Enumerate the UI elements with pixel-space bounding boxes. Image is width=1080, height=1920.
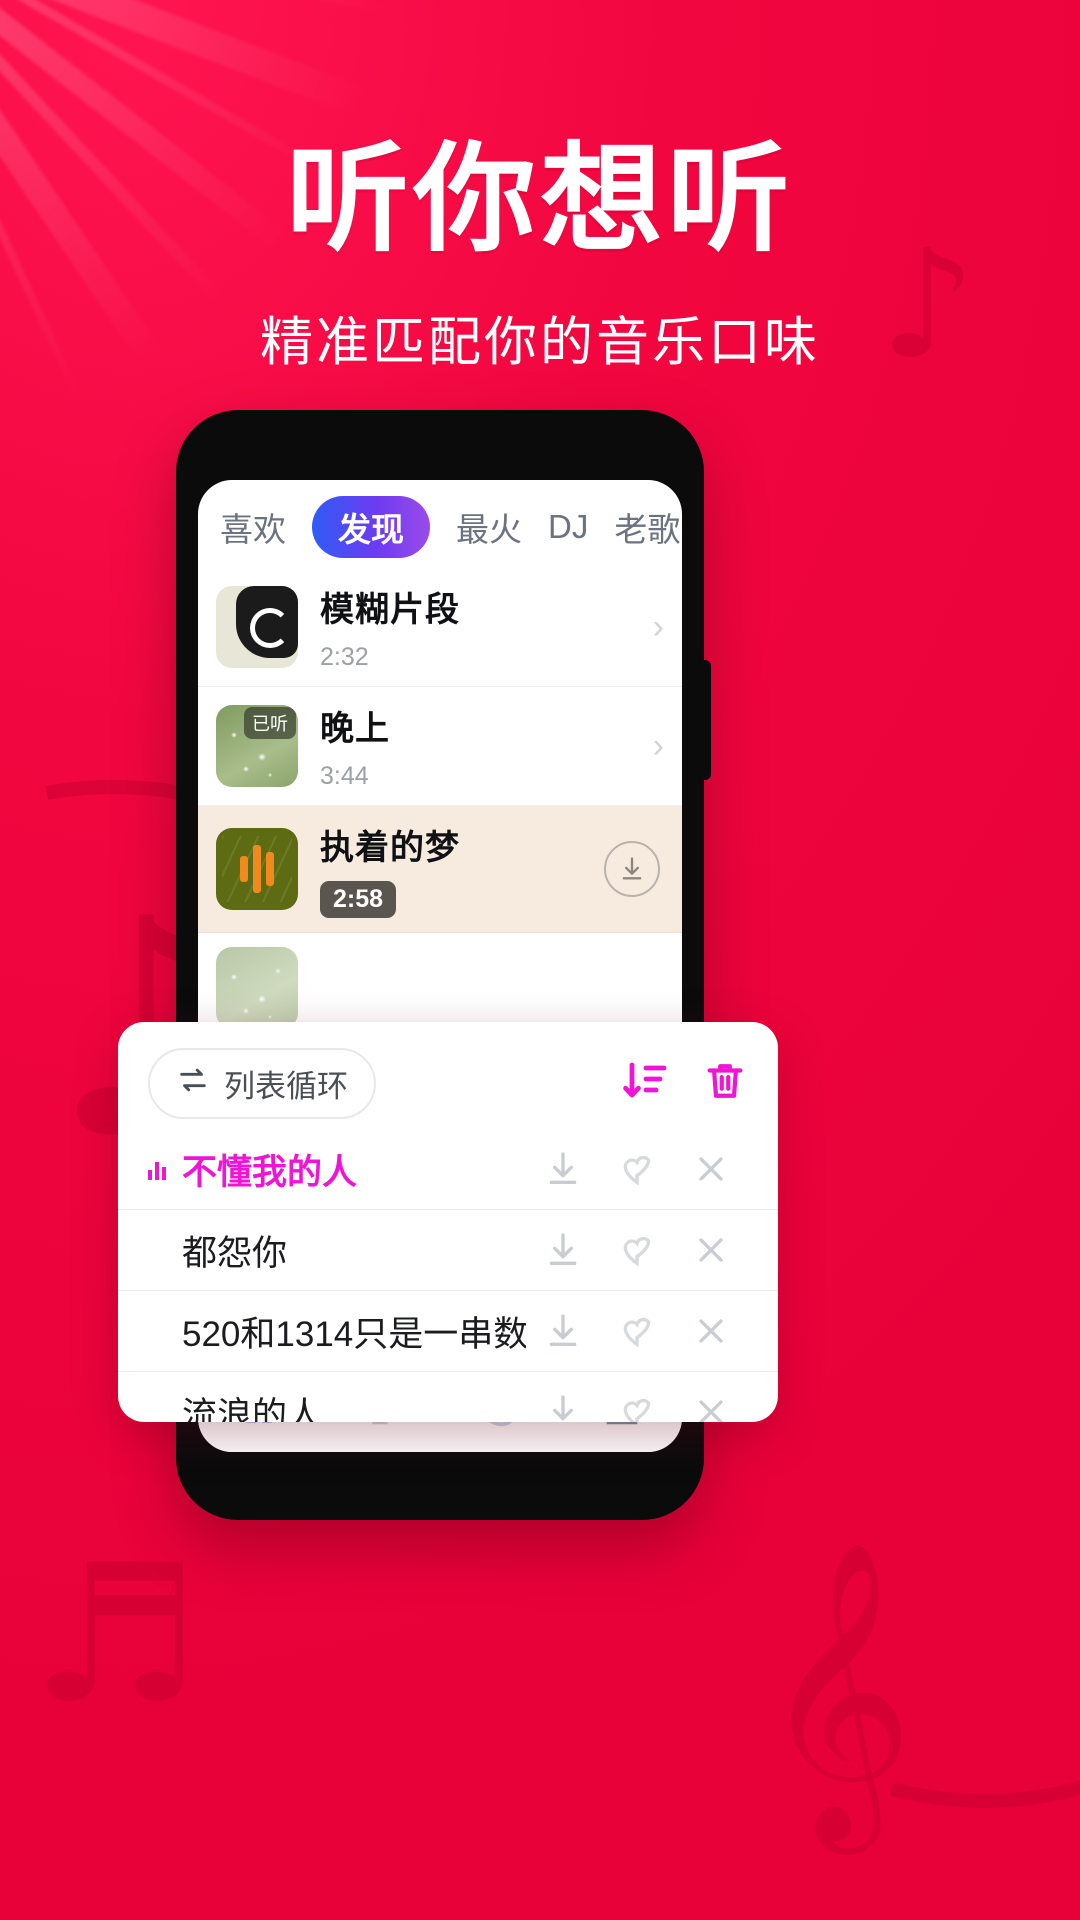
tab-dj[interactable]: DJ: [548, 508, 588, 546]
page-subtitle: 精准匹配你的音乐口味: [260, 313, 820, 372]
song-duration: 3:44: [320, 762, 369, 790]
loop-mode-label: 列表循环: [224, 1069, 348, 1104]
loop-mode-button[interactable]: 列表循环: [148, 1048, 376, 1119]
playlist-panel-header: 列表循环: [118, 1022, 778, 1129]
playlist-panel: 列表循环 不懂我的人 都怨你 520和1314只是一串数字 流浪的人: [118, 1022, 778, 1422]
sort-descending-icon[interactable]: [620, 1057, 668, 1110]
chevron-right-icon: ›: [652, 726, 664, 765]
playlist-song-title: 520和1314只是一串数字: [182, 1314, 526, 1354]
chevron-right-icon: ›: [652, 607, 664, 646]
song-title: 执着的梦: [320, 829, 460, 867]
download-icon[interactable]: [526, 1149, 600, 1189]
download-icon[interactable]: [526, 1311, 600, 1351]
tab-xihuan[interactable]: 喜欢: [220, 503, 286, 551]
song-title: [320, 969, 664, 1008]
download-icon[interactable]: [526, 1392, 600, 1422]
category-tab-bar: 喜欢 发现 最火 DJ 老歌: [198, 480, 682, 568]
song-duration: 2:32: [320, 643, 369, 671]
tab-zuihuo[interactable]: 最火: [456, 503, 522, 551]
playlist-row[interactable]: 都怨你: [118, 1210, 778, 1291]
trash-icon[interactable]: [702, 1058, 748, 1109]
close-icon[interactable]: [674, 1230, 748, 1270]
heart-icon[interactable]: [600, 1230, 674, 1270]
download-icon[interactable]: [604, 841, 660, 897]
album-art: 已听: [216, 705, 298, 787]
repeat-icon: [176, 1063, 210, 1105]
download-icon[interactable]: [526, 1230, 600, 1270]
listened-badge: 已听: [244, 707, 296, 739]
now-playing-icon: [148, 1158, 166, 1180]
heart-icon[interactable]: [600, 1311, 674, 1351]
album-art: [216, 947, 298, 1029]
album-art: [216, 828, 298, 910]
music-note-icon: ♬: [30, 1524, 201, 1745]
song-duration-badge: 2:58: [320, 881, 397, 918]
heart-icon[interactable]: [600, 1392, 674, 1422]
tab-faxian[interactable]: 发现: [312, 496, 430, 558]
page-title: 听你想听: [286, 130, 794, 268]
song-list-item[interactable]: 模糊片段 2:32 ›: [198, 568, 682, 687]
heart-icon[interactable]: [600, 1149, 674, 1189]
playlist-song-title: 不懂我的人: [182, 1152, 358, 1192]
close-icon[interactable]: [674, 1311, 748, 1351]
song-title: 模糊片段: [320, 591, 460, 629]
playlist-song-title: 流浪的人: [182, 1395, 323, 1423]
song-title: 晚上: [320, 710, 390, 748]
playlist-row[interactable]: 不懂我的人: [118, 1129, 778, 1210]
song-list-item-active[interactable]: 执着的梦 2:58: [198, 806, 682, 933]
tab-laoge[interactable]: 老歌: [614, 503, 680, 551]
close-icon[interactable]: [674, 1149, 748, 1189]
playlist-row[interactable]: 流浪的人: [118, 1372, 778, 1422]
album-art: [216, 586, 298, 668]
close-icon[interactable]: [674, 1392, 748, 1422]
playlist-song-title: 都怨你: [182, 1233, 288, 1273]
playlist-row[interactable]: 520和1314只是一串数字: [118, 1291, 778, 1372]
song-list-item[interactable]: 已听 晚上 3:44 ›: [198, 687, 682, 806]
